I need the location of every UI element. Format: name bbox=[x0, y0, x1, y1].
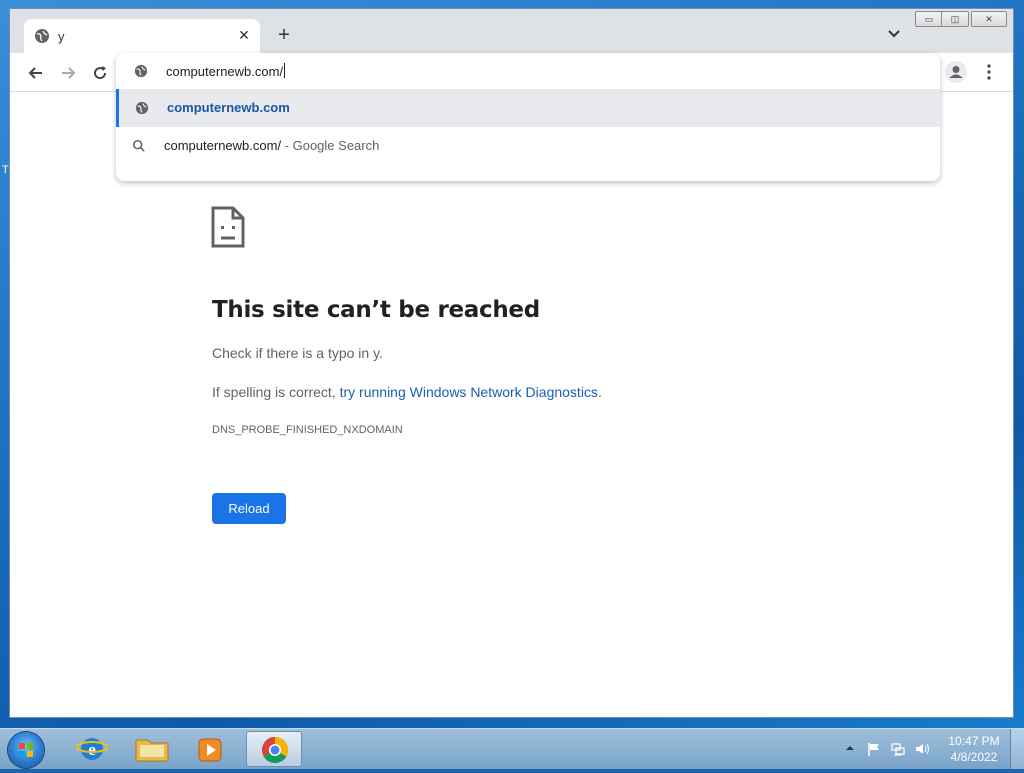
taskbar: e 10:47 PM 4/8/2022 bbox=[0, 728, 1024, 769]
new-tab-button[interactable]: + bbox=[274, 25, 294, 45]
chrome-icon bbox=[261, 736, 289, 764]
tab-strip: y ✕ + ▭ ◫ ✕ bbox=[10, 9, 1013, 53]
folder-icon bbox=[135, 739, 169, 762]
minimize-button[interactable]: ▭ bbox=[915, 11, 943, 27]
taskbar-chrome[interactable] bbox=[246, 731, 302, 767]
close-tab-icon[interactable]: ✕ bbox=[236, 27, 252, 43]
reload-icon[interactable] bbox=[90, 63, 110, 83]
clock-time[interactable]: 10:47 PM bbox=[948, 734, 1000, 748]
error-suggestion: If spelling is correct, try running Wind… bbox=[212, 384, 602, 400]
start-button[interactable] bbox=[8, 732, 44, 768]
tab-active[interactable]: y ✕ bbox=[24, 19, 260, 53]
reload-button[interactable]: Reload bbox=[212, 493, 286, 524]
maximize-button[interactable]: ◫ bbox=[941, 11, 969, 27]
internet-explorer-icon: e bbox=[76, 738, 108, 760]
browser-window: y ✕ + ▭ ◫ ✕ computernewb.com/ computerne… bbox=[10, 9, 1013, 717]
globe-icon bbox=[35, 29, 49, 43]
taskbar-file-explorer[interactable] bbox=[124, 731, 180, 767]
windows-logo-icon bbox=[19, 743, 33, 757]
address-input[interactable]: computernewb.com/ bbox=[166, 63, 286, 79]
show-desktop-button[interactable] bbox=[1010, 729, 1024, 769]
close-window-button[interactable]: ✕ bbox=[971, 11, 1007, 27]
forward-arrow-icon[interactable] bbox=[58, 63, 78, 83]
tab-title: y bbox=[58, 29, 65, 44]
address-bar[interactable]: computernewb.com/ bbox=[116, 53, 940, 89]
taskbar-internet-explorer[interactable]: e bbox=[64, 731, 120, 767]
show-hidden-icons-icon[interactable] bbox=[846, 744, 854, 752]
taskbar-media-player[interactable] bbox=[182, 731, 238, 767]
error-hint: Check if there is a typo in y. bbox=[212, 345, 383, 361]
sad-document-icon bbox=[211, 206, 245, 248]
network-icon[interactable] bbox=[890, 741, 906, 757]
diagnostics-link[interactable]: try running Windows Network Diagnostics bbox=[340, 384, 598, 400]
action-center-flag-icon[interactable] bbox=[866, 741, 882, 757]
window-controls: ▭ ◫ ✕ bbox=[915, 9, 1007, 27]
desktop-icon-label: T bbox=[2, 164, 9, 176]
chevron-down-icon[interactable] bbox=[886, 25, 902, 41]
globe-icon bbox=[134, 64, 148, 78]
profile-avatar-icon[interactable] bbox=[945, 61, 967, 83]
back-arrow-icon[interactable] bbox=[26, 63, 46, 83]
text-caret bbox=[284, 63, 286, 78]
more-menu-icon[interactable] bbox=[980, 63, 998, 81]
volume-icon[interactable] bbox=[914, 741, 930, 757]
clock-date[interactable]: 4/8/2022 bbox=[948, 750, 1000, 764]
media-player-icon bbox=[198, 738, 222, 762]
error-page: This site can’t be reached Check if ther… bbox=[10, 92, 1013, 717]
error-title: This site can’t be reached bbox=[212, 297, 540, 323]
error-code: DNS_PROBE_FINISHED_NXDOMAIN bbox=[212, 424, 403, 436]
